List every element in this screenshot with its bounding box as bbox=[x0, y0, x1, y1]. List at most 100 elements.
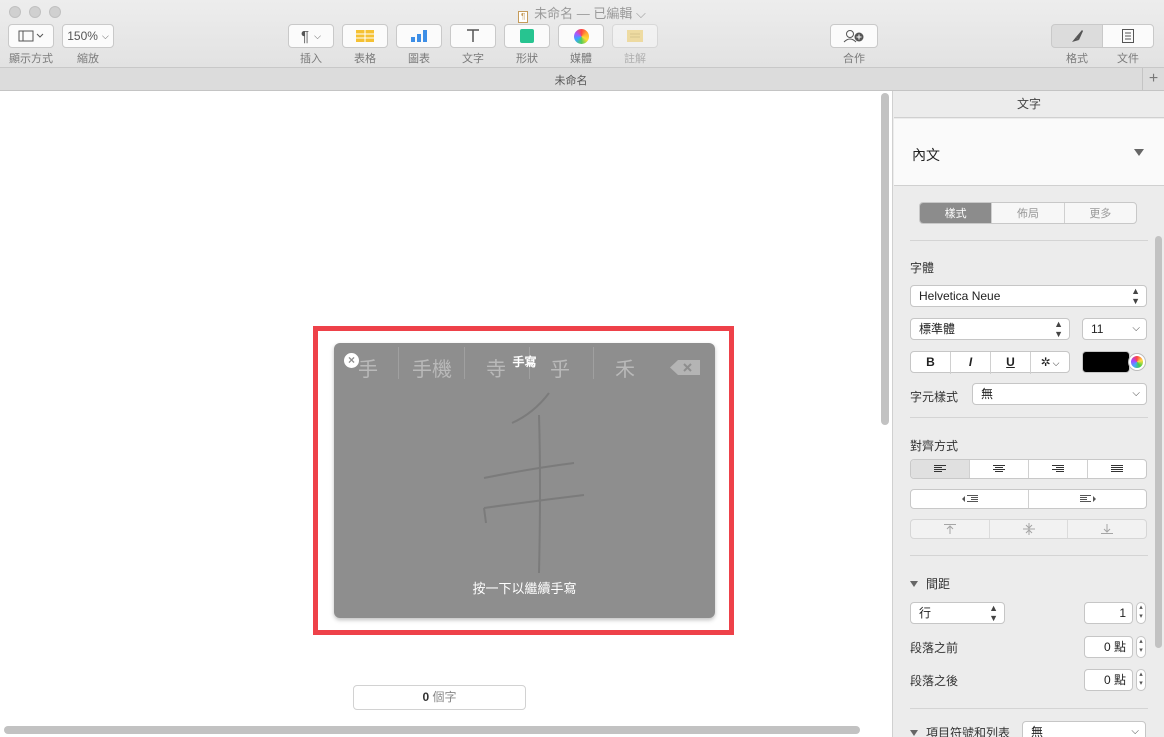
font-size-value: 11 bbox=[1091, 322, 1104, 336]
paintbrush-icon bbox=[1072, 30, 1083, 42]
word-count[interactable]: 0 個字 bbox=[353, 685, 526, 710]
divider bbox=[910, 708, 1148, 709]
chevron-down-icon: ⌵ bbox=[1131, 726, 1139, 737]
line-spacing-type-popup[interactable]: 行 ▲ ▼ bbox=[910, 602, 1005, 624]
chart-label: 圖表 bbox=[408, 53, 430, 65]
paragraph-style-selector[interactable]: 內文 bbox=[894, 119, 1164, 186]
bullets-value: 無 bbox=[1031, 725, 1044, 737]
edit-status[interactable]: — 已編輯 ⌵ bbox=[577, 6, 646, 21]
document-label: 文件 bbox=[1117, 53, 1139, 65]
comment-label: 註解 bbox=[624, 53, 646, 65]
zoom-menu[interactable]: 150% ⌵ 縮放 bbox=[62, 24, 114, 66]
underline-button[interactable]: U bbox=[991, 352, 1031, 374]
font-size-combo[interactable]: 11 ⌵ bbox=[1082, 318, 1147, 340]
format-button[interactable] bbox=[1051, 24, 1103, 48]
handwriting-strokes bbox=[483, 392, 585, 574]
spacing-section[interactable]: 間距 bbox=[910, 575, 950, 592]
tab-layout[interactable]: 佈局 bbox=[992, 203, 1065, 223]
text-tool[interactable]: 文字 bbox=[450, 24, 496, 66]
vertical-align-buttons bbox=[910, 519, 1147, 539]
format-tool[interactable]: 格式 bbox=[1051, 24, 1103, 66]
chart-button[interactable] bbox=[396, 24, 442, 48]
align-justify-icon[interactable] bbox=[1088, 460, 1146, 478]
table-button[interactable] bbox=[342, 24, 388, 48]
before-paragraph-field[interactable]: 0 點 bbox=[1084, 636, 1133, 658]
delete-icon[interactable] bbox=[670, 360, 700, 375]
align-right-icon[interactable] bbox=[1029, 460, 1088, 478]
table-tool[interactable]: 表格 bbox=[342, 24, 388, 66]
media-tool[interactable]: 媒體 bbox=[558, 24, 604, 66]
insert-label: 插入 bbox=[300, 53, 322, 65]
line-spacing-stepper[interactable]: ▴ ▾ bbox=[1136, 602, 1146, 624]
gear-icon[interactable]: ✲ ⌵ bbox=[1031, 352, 1069, 374]
handwriting-panel[interactable]: × 手 手機 寺 乎 禾 手寫 按一下以繼續手寫 bbox=[334, 343, 715, 618]
text-label: 文字 bbox=[462, 53, 484, 65]
increase-indent-icon[interactable] bbox=[1029, 490, 1146, 508]
vertical-scrollbar[interactable] bbox=[881, 93, 889, 425]
disclosure-triangle-icon[interactable] bbox=[1134, 149, 1144, 156]
italic-button[interactable]: I bbox=[951, 352, 991, 374]
text-box-icon bbox=[467, 29, 479, 42]
view-menu[interactable]: 顯示方式 bbox=[8, 24, 54, 66]
decrease-indent-icon[interactable] bbox=[911, 490, 1029, 508]
media-button[interactable] bbox=[558, 24, 604, 48]
disclosure-triangle-icon bbox=[910, 581, 918, 587]
after-paragraph-field[interactable]: 0 點 bbox=[1084, 669, 1133, 691]
word-count-unit: 個字 bbox=[429, 690, 457, 704]
bold-button[interactable]: B bbox=[911, 352, 951, 374]
updown-arrows-icon: ▲ ▼ bbox=[1131, 286, 1140, 306]
bar-chart-icon bbox=[411, 30, 427, 42]
horizontal-scrollbar[interactable] bbox=[4, 726, 860, 734]
before-paragraph-label: 段落之前 bbox=[910, 641, 959, 655]
inspector-scrollbar[interactable] bbox=[1155, 236, 1162, 648]
align-top-icon[interactable] bbox=[911, 520, 990, 538]
comment-icon bbox=[627, 30, 643, 42]
document-button[interactable] bbox=[1102, 24, 1154, 48]
comment-button[interactable] bbox=[612, 24, 658, 48]
align-middle-icon[interactable] bbox=[990, 520, 1069, 538]
collaborate-button[interactable] bbox=[830, 24, 878, 48]
align-left-icon[interactable] bbox=[911, 460, 970, 478]
toolbar: ¶ 未命名 — 已編輯 ⌵ 顯示方式 150% ⌵ 縮放 ¶ ⌵ 插入 表格 圖表 文… bbox=[0, 0, 1164, 68]
updown-arrows-icon: ▲ ▼ bbox=[1054, 319, 1063, 339]
shape-tool[interactable]: 形狀 bbox=[504, 24, 550, 66]
zoom-value: 150% bbox=[67, 29, 98, 43]
color-wheel-icon[interactable] bbox=[1129, 354, 1145, 370]
chevron-down-icon: ⌵ bbox=[314, 30, 321, 41]
font-style-popup[interactable]: 標準體 ▲ ▼ bbox=[910, 318, 1070, 340]
zoom-button[interactable]: 150% ⌵ bbox=[62, 24, 114, 48]
font-family-popup[interactable]: Helvetica Neue ▲ ▼ bbox=[910, 285, 1147, 307]
shape-label: 形狀 bbox=[516, 53, 538, 65]
bullets-popup[interactable]: 無 ⌵ bbox=[1022, 721, 1146, 737]
tab-document[interactable]: 未命名 bbox=[0, 72, 1142, 88]
updown-arrows-icon: ▲ ▼ bbox=[989, 603, 998, 623]
continue-handwriting-hint[interactable]: 按一下以繼續手寫 bbox=[334, 578, 715, 597]
chart-tool[interactable]: 圖表 bbox=[396, 24, 442, 66]
bullets-section[interactable]: 項目符號和列表 bbox=[910, 724, 1010, 737]
align-center-icon[interactable] bbox=[970, 460, 1029, 478]
text-color-well[interactable] bbox=[1082, 351, 1130, 373]
before-paragraph-stepper[interactable]: ▴ ▾ bbox=[1136, 636, 1146, 658]
shape-button[interactable] bbox=[504, 24, 550, 48]
view-label: 顯示方式 bbox=[9, 53, 53, 65]
new-tab-button[interactable]: + bbox=[1142, 68, 1164, 91]
tab-style[interactable]: 樣式 bbox=[920, 203, 993, 223]
collaborate-tool[interactable]: 合作 bbox=[830, 24, 878, 66]
pilcrow-icon: ¶ bbox=[301, 27, 310, 45]
sidebar-icon bbox=[18, 30, 44, 42]
document-tool[interactable]: 文件 bbox=[1102, 24, 1154, 66]
text-button[interactable] bbox=[450, 24, 496, 48]
insert-button[interactable]: ¶ ⌵ bbox=[288, 24, 334, 48]
shape-icon bbox=[520, 29, 534, 43]
comment-tool[interactable]: 註解 bbox=[612, 24, 658, 66]
line-spacing-field[interactable]: 1 bbox=[1084, 602, 1133, 624]
after-paragraph-label: 段落之後 bbox=[910, 674, 959, 688]
align-bottom-icon[interactable] bbox=[1068, 520, 1146, 538]
inspector-tabs: 樣式 佈局 更多 bbox=[919, 202, 1137, 224]
tab-more[interactable]: 更多 bbox=[1065, 203, 1136, 223]
view-button[interactable] bbox=[8, 24, 54, 48]
char-style-popup[interactable]: 無 ⌵ bbox=[972, 383, 1147, 405]
photos-icon bbox=[573, 28, 589, 44]
after-paragraph-stepper[interactable]: ▴ ▾ bbox=[1136, 669, 1146, 691]
insert-menu[interactable]: ¶ ⌵ 插入 bbox=[288, 24, 334, 66]
